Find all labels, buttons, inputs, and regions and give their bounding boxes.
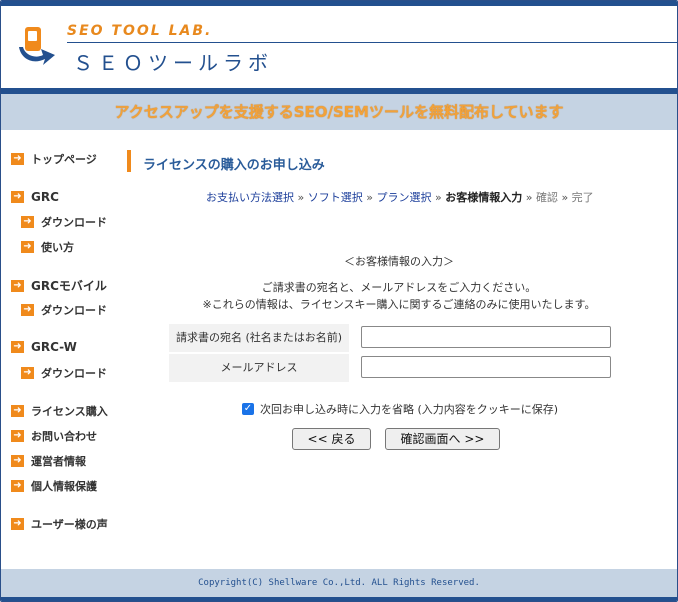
billing-name-input[interactable] (361, 326, 611, 348)
sidebar-item-grc-usage[interactable]: ➜ 使い方 (21, 239, 74, 255)
sidebar-item-top-page[interactable]: ➜ トップページ (11, 151, 97, 167)
breadcrumb-separator: » (366, 191, 373, 204)
sidebar-item-label: トップページ (31, 153, 97, 166)
sidebar-item-grc-mobile-download[interactable]: ➜ ダウンロード (21, 302, 107, 318)
sidebar-item-label: 個人情報保護 (31, 480, 97, 493)
remember-label: 次回お申し込み時に入力を省略 (入力内容をクッキーに保存) (260, 403, 559, 416)
logo-japanese-text: ＳＥＯツールラボ (73, 51, 273, 75)
tagline-banner: アクセスアップを支援するSEO/SEMツールを無料配布しています (1, 94, 677, 130)
sidebar-item-grc[interactable]: ➜ GRC (11, 190, 59, 204)
remember-checkbox[interactable]: ✓ (242, 403, 254, 415)
sidebar-item-grc-mobile[interactable]: ➜ GRCモバイル (11, 277, 107, 294)
title-accent-bar (127, 150, 131, 172)
back-button[interactable]: << 戻る (292, 428, 371, 450)
tagline-text: アクセスアップを支援するSEO/SEMツールを無料配布しています (114, 103, 564, 121)
sidebar-item-contact[interactable]: ➜ お問い合わせ (11, 428, 97, 444)
confirm-button[interactable]: 確認画面へ >> (385, 428, 500, 450)
sidebar-item-label: 使い方 (41, 241, 74, 254)
arrow-right-icon: ➜ (11, 455, 24, 467)
breadcrumb-software[interactable]: ソフト選択 (308, 191, 363, 204)
arrow-right-icon: ➜ (11, 518, 24, 530)
sidebar-item-label: 運営者情報 (31, 455, 86, 468)
arrow-right-icon: ➜ (11, 279, 24, 292)
logo-icon[interactable] (15, 25, 57, 67)
breadcrumb: お支払い方法選択 » ソフト選択 » プラン選択 » お客様情報入力 » 確認 … (206, 189, 594, 205)
arrow-right-icon: ➜ (11, 480, 24, 492)
breadcrumb-separator: » (525, 191, 533, 204)
bottom-border (1, 597, 677, 601)
instruction-text: ご請求書の宛名と、メールアドレスをご入力ください。 (261, 281, 537, 294)
arrow-right-icon: ➜ (21, 216, 34, 228)
breadcrumb-complete: 完了 (571, 191, 594, 204)
arrow-right-icon: ➜ (11, 191, 24, 203)
sidebar-item-label: GRC (31, 190, 59, 204)
section-heading: ＜お客様情報の入力＞ (344, 255, 454, 268)
sidebar-item-label: お問い合わせ (31, 430, 97, 443)
top-border (1, 1, 677, 6)
billing-name-label: 請求書の宛名 (社名またはお名前) (169, 324, 349, 352)
sidebar-item-label: ライセンス購入 (31, 405, 108, 418)
sidebar-item-label: ダウンロード (41, 304, 107, 317)
sidebar-item-label: GRC-W (31, 340, 77, 354)
arrow-right-icon: ➜ (11, 405, 24, 417)
sidebar-item-testimonials[interactable]: ➜ ユーザー様の声 (11, 516, 108, 532)
sidebar-item-grc-w-download[interactable]: ➜ ダウンロード (21, 365, 107, 381)
arrow-right-icon: ➜ (11, 430, 24, 442)
privacy-note: ※これらの情報は、ライセンスキー購入に関するご連絡のみに使用いたします。 (202, 298, 596, 311)
remember-row: ✓ 次回お申し込み時に入力を省略 (入力内容をクッキーに保存) (242, 401, 558, 417)
sidebar-item-grc-w[interactable]: ➜ GRC-W (11, 340, 77, 354)
breadcrumb-separator: » (434, 191, 442, 204)
arrow-right-icon: ➜ (21, 367, 34, 379)
arrow-right-icon: ➜ (21, 304, 34, 316)
logo-english-text: SEO TOOL LAB. (67, 23, 213, 39)
arrow-right-icon: ➜ (11, 153, 24, 165)
arrow-right-icon: ➜ (11, 341, 24, 353)
breadcrumb-plan[interactable]: プラン選択 (376, 191, 431, 204)
sidebar-item-label: ダウンロード (41, 367, 107, 380)
breadcrumb-payment-method[interactable]: お支払い方法選択 (206, 191, 294, 204)
breadcrumb-confirm: 確認 (535, 191, 558, 204)
breadcrumb-separator: » (561, 191, 569, 204)
email-input[interactable] (361, 356, 611, 378)
footer: Copyright(C) Shellware Co.,Ltd. ALL Righ… (1, 569, 677, 597)
sidebar-item-privacy[interactable]: ➜ 個人情報保護 (11, 478, 97, 494)
sidebar-item-operator[interactable]: ➜ 運営者情報 (11, 453, 86, 469)
sidebar-item-label: ユーザー様の声 (31, 518, 108, 531)
breadcrumb-customer-info: お客様情報入力 (445, 191, 523, 204)
sidebar-item-label: GRCモバイル (31, 279, 107, 293)
email-label: メールアドレス (169, 354, 349, 382)
sidebar-item-label: ダウンロード (41, 216, 107, 229)
header-divider (67, 42, 677, 43)
arrow-right-icon: ➜ (21, 241, 34, 253)
sidebar-item-grc-download[interactable]: ➜ ダウンロード (21, 214, 107, 230)
breadcrumb-separator: » (297, 191, 305, 204)
page-frame: SEO TOOL LAB. ＳＥＯツールラボ アクセスアップを支援するSEO/S… (0, 0, 678, 602)
page-title: ライセンスの購入のお申し込み (143, 158, 325, 173)
sidebar-item-license[interactable]: ➜ ライセンス購入 (11, 403, 108, 419)
copyright-text: Copyright(C) Shellware Co.,Ltd. ALL Righ… (198, 578, 480, 588)
